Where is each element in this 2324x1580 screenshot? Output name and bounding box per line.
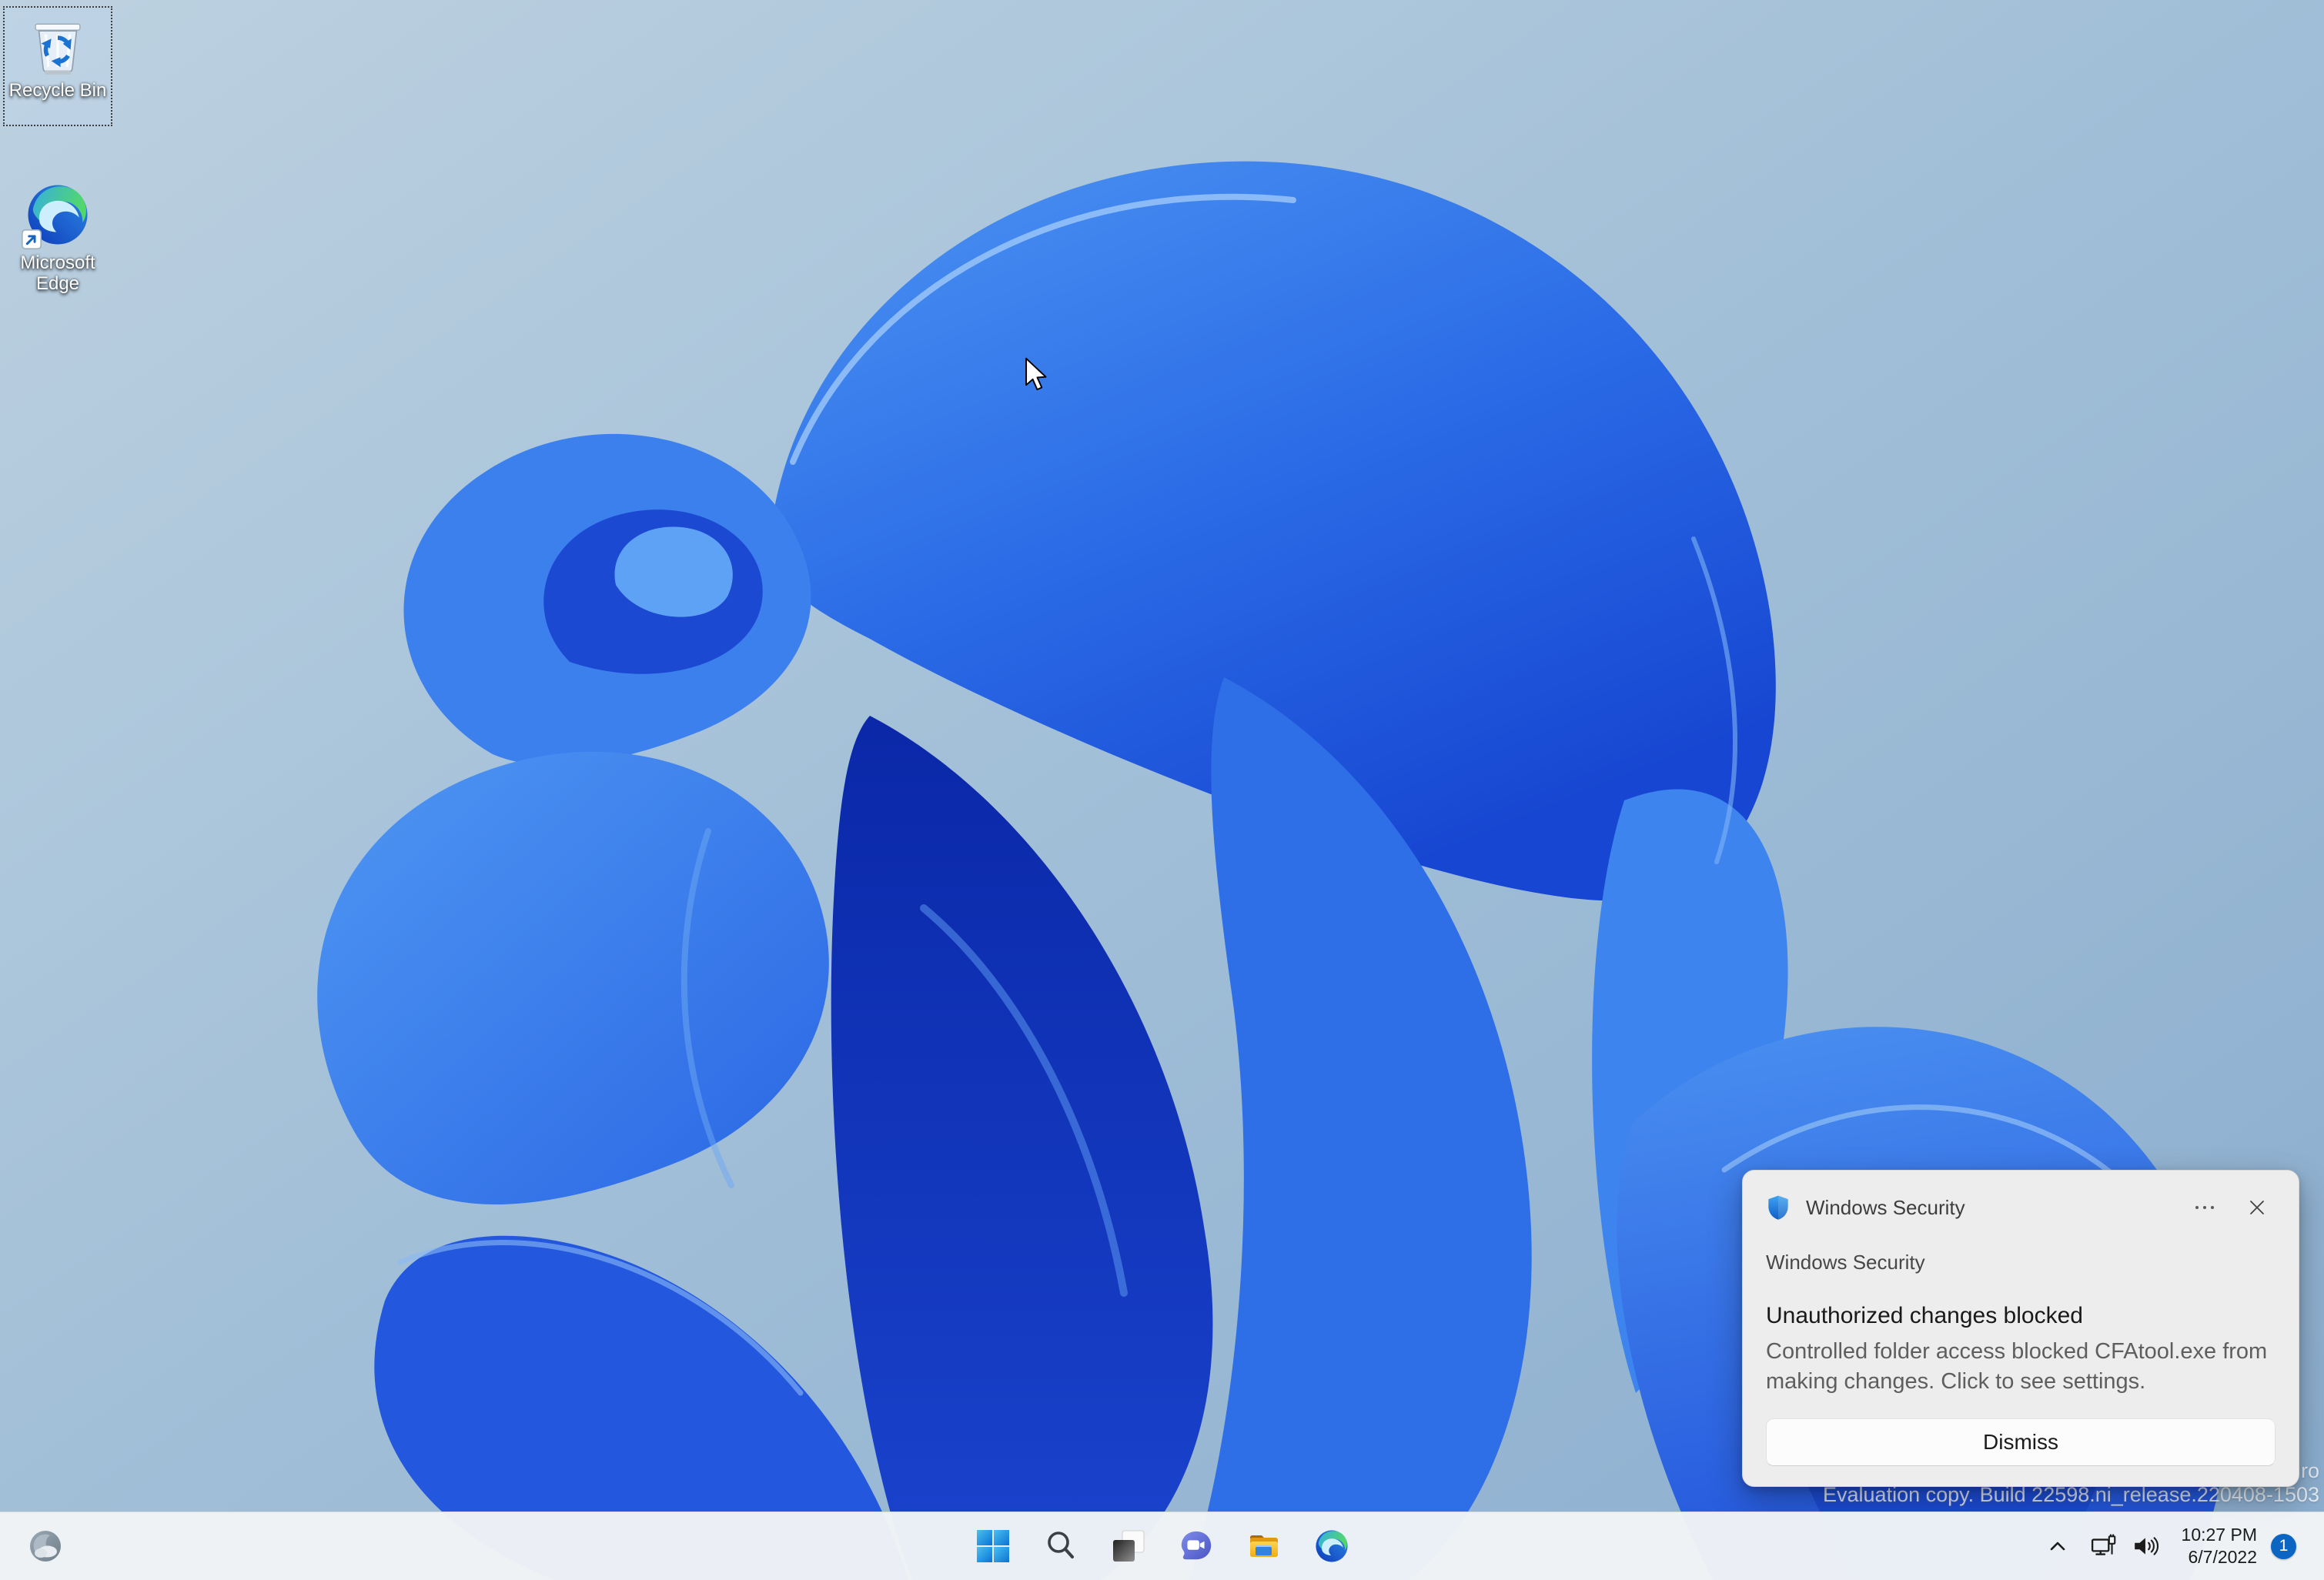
recycle-bin-icon (29, 14, 86, 75)
search-icon (1044, 1529, 1078, 1563)
edge-browser-button[interactable] (1306, 1521, 1357, 1572)
volume-button[interactable] (2132, 1534, 2160, 1558)
desktop-icon-recycle-bin[interactable]: Recycle Bin (3, 6, 112, 126)
search-button[interactable] (1035, 1521, 1086, 1572)
widgets-button[interactable] (20, 1521, 71, 1572)
toast-app-name: Windows Security (1806, 1196, 2171, 1220)
clock-date: 6/7/2022 (2180, 1546, 2257, 1568)
system-tray: 10:27 PM 6/7/2022 1 (2040, 1512, 2324, 1580)
chat-icon (1179, 1528, 1214, 1564)
file-explorer-button[interactable] (1239, 1521, 1289, 1572)
widgets-weather-icon (27, 1528, 64, 1565)
file-explorer-icon (1246, 1528, 1282, 1564)
edge-icon (1314, 1528, 1349, 1564)
windows-security-shield-icon (1766, 1194, 1791, 1221)
desktop-icon-microsoft-edge[interactable]: Microsoft Edge (3, 174, 112, 294)
notification-count-badge[interactable]: 1 (2271, 1534, 2296, 1559)
taskbar: 10:27 PM 6/7/2022 1 (0, 1512, 2324, 1580)
chat-button[interactable] (1171, 1521, 1222, 1572)
chevron-up-icon (2047, 1537, 2068, 1555)
windows-start-icon (975, 1528, 1011, 1564)
desktop-icon-label: Microsoft Edge (7, 252, 109, 294)
network-icon (2091, 1533, 2118, 1559)
toast-headline: Unauthorized changes blocked (1766, 1303, 2083, 1329)
toast-message: Controlled folder access blocked CFAtool… (1766, 1337, 2280, 1397)
clock-time: 10:27 PM (2180, 1524, 2257, 1546)
toast-header: Windows Security (1766, 1192, 2276, 1223)
close-icon (2249, 1199, 2265, 1216)
desktop: Recycle Bin Microsoft Edge ro Evaluation… (0, 0, 2324, 1580)
toast-more-options-button[interactable] (2186, 1192, 2223, 1223)
network-button[interactable] (2091, 1533, 2118, 1559)
toast-close-button[interactable] (2239, 1192, 2276, 1223)
desktop-icon-label: Recycle Bin (9, 80, 107, 101)
windows-security-toast[interactable]: Windows Security Windows Security Unauth… (1742, 1170, 2299, 1487)
shortcut-arrow-icon (22, 229, 42, 249)
tray-overflow-button[interactable] (2040, 1522, 2075, 1570)
task-view-button[interactable] (1103, 1521, 1154, 1572)
more-options-icon (2195, 1204, 2215, 1211)
volume-icon (2132, 1534, 2160, 1558)
start-button[interactable] (968, 1521, 1018, 1572)
task-view-icon (1111, 1528, 1146, 1564)
toast-subtitle: Windows Security (1766, 1251, 1925, 1274)
taskbar-center-buttons (968, 1521, 1357, 1572)
dismiss-button[interactable]: Dismiss (1766, 1418, 2276, 1466)
clock[interactable]: 10:27 PM 6/7/2022 (2180, 1524, 2257, 1568)
